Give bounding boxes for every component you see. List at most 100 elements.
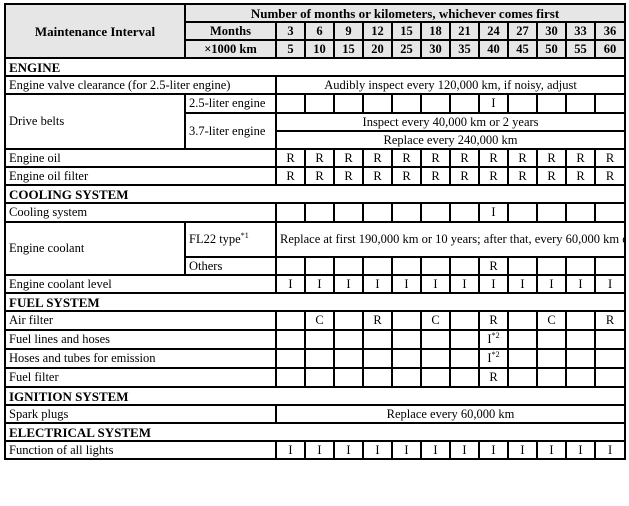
interval-cell — [333, 256, 364, 276]
interval-cell — [304, 256, 335, 276]
section-row: FUEL SYSTEM — [3, 292, 627, 312]
interval-cell: R — [304, 166, 335, 186]
interval-cell — [275, 310, 306, 331]
interval-cell — [507, 256, 538, 276]
interval-cell — [565, 202, 596, 223]
item-label: Fuel lines and hoses — [4, 329, 277, 350]
interval-cell — [507, 348, 538, 369]
interval-cell — [420, 329, 451, 350]
maintenance-schedule-table: Maintenance Interval Number of months or… — [3, 3, 627, 460]
row-emission-hoses: Hoses and tubes for emission I*2 — [4, 348, 627, 369]
item-label: Engine coolant level — [4, 274, 277, 294]
item-label: Engine coolant — [4, 221, 186, 276]
km-header-cell: 35 — [449, 39, 480, 59]
interval-cell: I — [304, 440, 335, 460]
interval-cell: R — [275, 166, 306, 186]
interval-cell — [275, 93, 306, 114]
section-heading-ignition: IGNITION SYSTEM — [3, 386, 627, 406]
section-heading-cooling: COOLING SYSTEM — [3, 184, 627, 204]
interval-cell: I — [478, 440, 509, 460]
interval-cell: I — [593, 440, 627, 460]
interval-cell — [536, 367, 567, 388]
interval-cell — [304, 348, 335, 369]
interval-cell: R — [565, 166, 596, 186]
interval-cell: R — [304, 148, 335, 168]
month-header-cell: 27 — [507, 21, 538, 41]
month-header-cell: 24 — [478, 21, 509, 41]
interval-cell: R — [478, 367, 509, 388]
km-header-cell: 25 — [391, 39, 422, 59]
interval-note: Inspect every 40,000 km or 2 years — [274, 112, 627, 132]
interval-cell — [304, 367, 335, 388]
row-engine-oil: Engine oil R R R R R R R R R R R R — [4, 148, 627, 168]
interval-cell: R — [507, 148, 538, 168]
section-row: IGNITION SYSTEM — [3, 386, 627, 406]
interval-cell — [275, 367, 306, 388]
interval-cell — [333, 202, 364, 223]
interval-cell: I — [565, 440, 596, 460]
interval-cell: I — [449, 440, 480, 460]
section-row: COOLING SYSTEM — [3, 184, 627, 204]
section-heading-engine: ENGINE — [3, 57, 627, 77]
interval-cell: R — [449, 166, 480, 186]
month-header-cell: 3 — [275, 21, 306, 41]
interval-cell: R — [362, 166, 393, 186]
section-heading-electrical: ELECTRICAL SYSTEM — [3, 422, 627, 442]
interval-cell: I — [420, 440, 451, 460]
interval-cell — [593, 348, 627, 369]
item-label: Drive belts — [4, 93, 186, 150]
item-label: Cooling system — [4, 202, 277, 223]
km-header-cell: 50 — [536, 39, 567, 59]
interval-cell — [593, 202, 627, 223]
interval-cell: I — [391, 440, 422, 460]
interval-cell: I — [449, 274, 480, 294]
month-header-cell: 33 — [565, 21, 596, 41]
interval-cell — [507, 93, 538, 114]
item-label: Engine valve clearance (for 2.5-liter en… — [4, 75, 277, 95]
interval-cell: R — [333, 166, 364, 186]
interval-cell — [362, 329, 393, 350]
section-heading-fuel: FUEL SYSTEM — [3, 292, 627, 312]
interval-cell: R — [420, 166, 451, 186]
row-spark-plugs: Spark plugs Replace every 60,000 km — [4, 404, 627, 424]
interval-cell: R — [478, 256, 509, 276]
km-header-cell: 45 — [507, 39, 538, 59]
item-label: Engine oil filter — [4, 166, 277, 186]
interval-cell: R — [593, 310, 627, 331]
interval-cell: I — [507, 440, 538, 460]
row-cooling-system: Cooling system I — [4, 202, 627, 223]
row-lights: Function of all lights I I I I I I I I I I I I — [4, 440, 627, 460]
interval-cell: R — [478, 310, 509, 331]
interval-cell — [362, 93, 393, 114]
item-label: Air filter — [4, 310, 277, 331]
interval-title-header: Number of months or kilometers, whicheve… — [183, 3, 627, 23]
interval-cell — [275, 256, 306, 276]
item-label: Spark plugs — [4, 404, 277, 424]
interval-cell — [565, 256, 596, 276]
interval-cell: R — [449, 148, 480, 168]
interval-cell — [536, 348, 567, 369]
interval-cell — [420, 93, 451, 114]
interval-cell: R — [478, 148, 509, 168]
interval-cell: R — [333, 148, 364, 168]
interval-cell — [420, 348, 451, 369]
interval-cell — [565, 93, 596, 114]
item-label: Fuel filter — [4, 367, 277, 388]
interval-cell: I — [536, 440, 567, 460]
interval-cell — [391, 329, 422, 350]
month-header-cell: 36 — [593, 21, 627, 41]
interval-cell — [565, 329, 596, 350]
km-header-cell: 30 — [420, 39, 451, 59]
item-label: Function of all lights — [4, 440, 277, 460]
months-label: Months — [184, 21, 277, 41]
interval-cell — [420, 202, 451, 223]
month-header-cell: 6 — [304, 21, 335, 41]
interval-cell — [593, 93, 627, 114]
interval-cell — [536, 256, 567, 276]
interval-cell: I*2 — [478, 348, 509, 369]
interval-cell — [449, 329, 480, 350]
month-header-cell: 12 — [362, 21, 393, 41]
item-label: Hoses and tubes for emission — [4, 348, 277, 369]
interval-cell — [362, 256, 393, 276]
sub-item-label: 2.5-liter engine — [184, 93, 277, 114]
